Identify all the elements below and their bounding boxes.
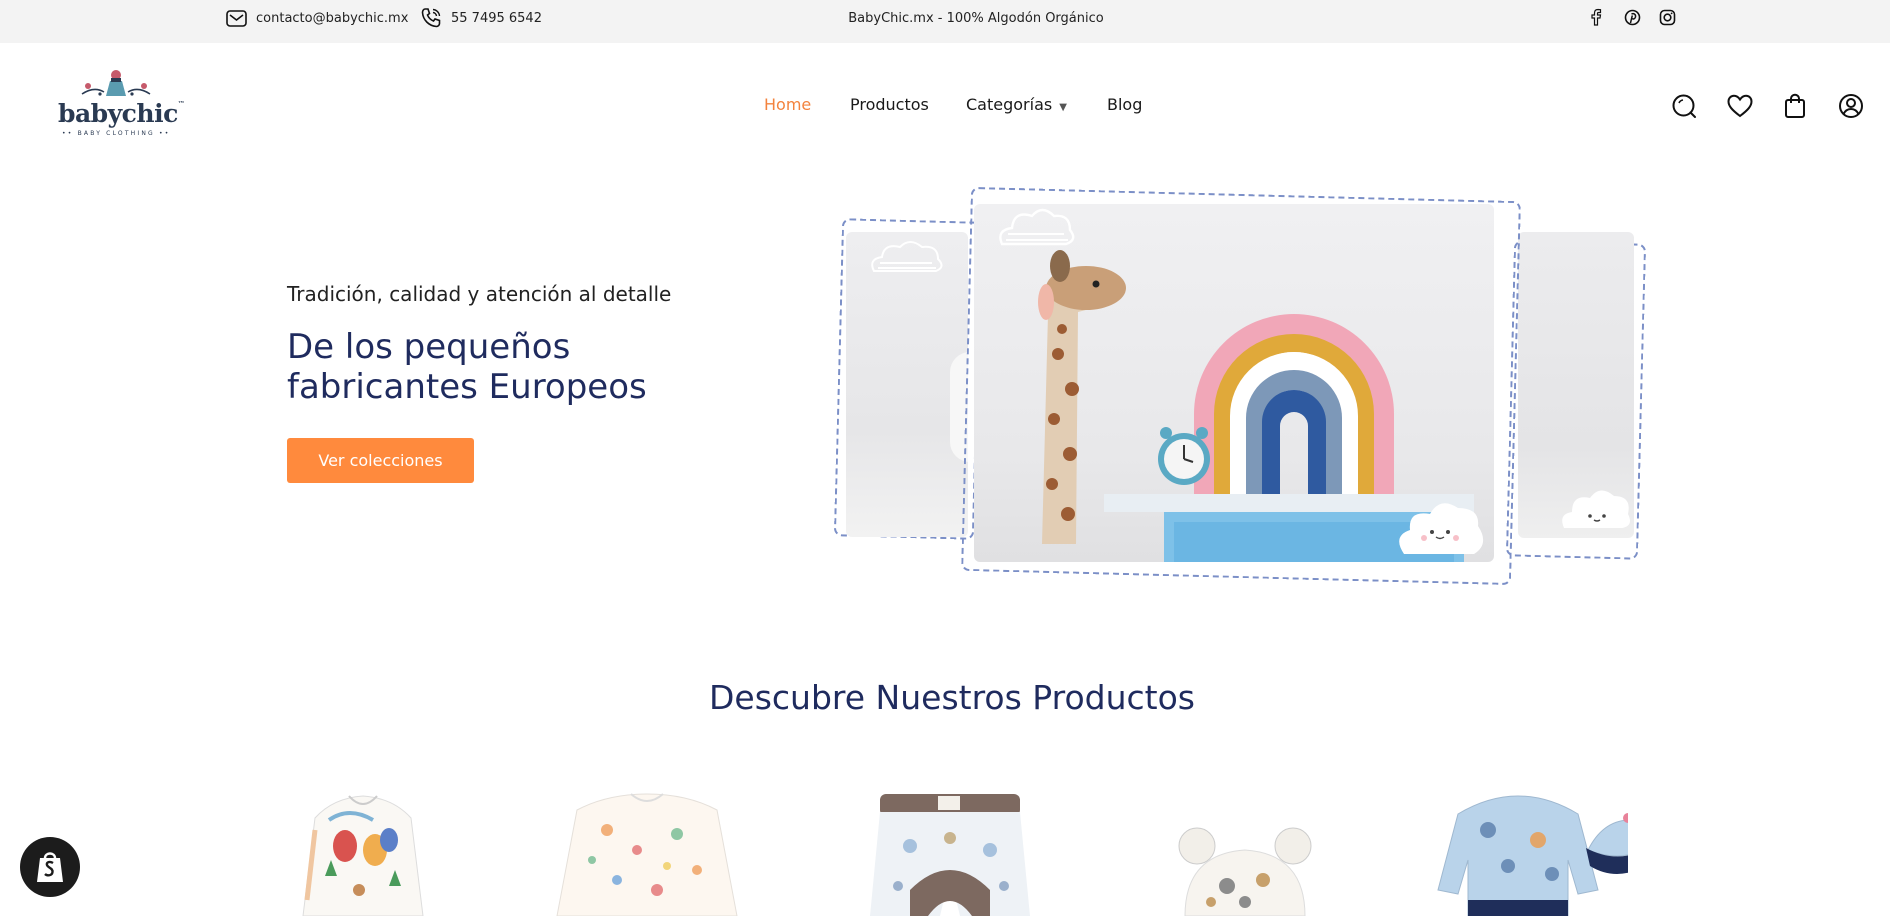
- hero-eyebrow: Tradición, calidad y atención al detalle: [287, 282, 672, 306]
- user-icon[interactable]: [1838, 93, 1864, 119]
- hero-title: De los pequeños fabricantes Europeos: [287, 327, 647, 407]
- hero-gallery: [830, 180, 1650, 600]
- products-section-title: Descubre Nuestros Productos: [709, 678, 1195, 717]
- site-logo[interactable]: babychic™ •• BABY CLOTHING ••: [56, 68, 185, 142]
- product-card-3[interactable]: [850, 790, 1050, 916]
- top-bar: contacto@babychic.mx 55 7495 6542 BabyCh…: [0, 0, 1890, 43]
- logo-figure-icon: [81, 70, 151, 96]
- nav-productos[interactable]: Productos: [850, 95, 929, 114]
- heart-icon[interactable]: [1727, 93, 1753, 119]
- ver-colecciones-button[interactable]: Ver colecciones: [287, 438, 474, 483]
- logo-wordmark: babychic™: [58, 99, 185, 128]
- product-image-5: [1437, 795, 1628, 916]
- product-card-1[interactable]: [263, 790, 463, 916]
- caret-down-icon: ▼: [1059, 102, 1067, 113]
- nav-home[interactable]: Home: [764, 95, 811, 114]
- facebook-icon[interactable]: [1585, 7, 1607, 27]
- right-slide-image[interactable]: [1518, 232, 1634, 538]
- cloud-face-icon: [1562, 490, 1630, 528]
- main-slide-image[interactable]: [974, 204, 1494, 562]
- product-image-2: [556, 793, 738, 916]
- product-image-1: [302, 795, 424, 916]
- instagram-icon[interactable]: [1656, 7, 1678, 27]
- bag-icon[interactable]: [1782, 93, 1808, 119]
- product-image-4: [1178, 827, 1312, 916]
- left-slide-image[interactable]: [846, 232, 968, 537]
- shopify-badge[interactable]: [20, 837, 80, 897]
- nav-categorias[interactable]: Categorías ▼: [966, 95, 1067, 114]
- product-card-2[interactable]: [547, 790, 747, 916]
- product-card-4[interactable]: [1145, 790, 1345, 916]
- cloud-icon: [871, 241, 943, 272]
- product-card-5[interactable]: [1428, 790, 1628, 916]
- product-image-3: [870, 794, 1030, 916]
- search-icon[interactable]: [1671, 93, 1697, 119]
- nav-categorias-label: Categorías: [966, 95, 1053, 114]
- nursery-illustration: [999, 208, 1484, 562]
- pinterest-icon[interactable]: [1621, 7, 1643, 27]
- nav-blog[interactable]: Blog: [1107, 95, 1142, 114]
- shopify-bag-icon: [37, 852, 63, 882]
- logo-subtitle: •• BABY CLOTHING ••: [62, 130, 171, 137]
